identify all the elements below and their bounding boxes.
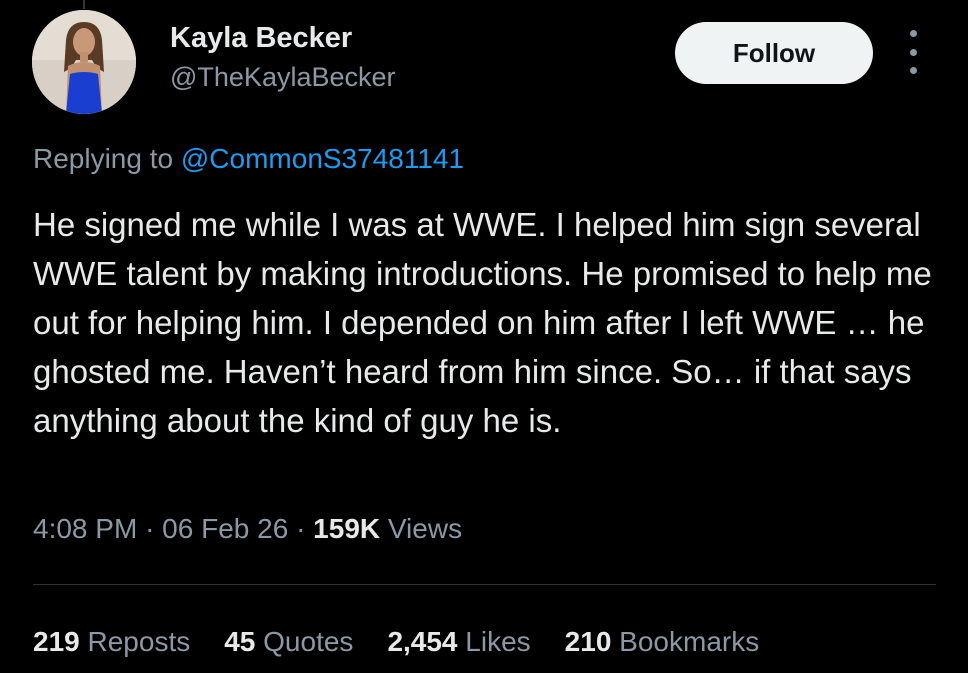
author-display-name[interactable]: Kayla Becker bbox=[170, 22, 352, 55]
dot bbox=[909, 30, 917, 37]
quotes-count: 45 bbox=[224, 626, 256, 657]
author-handle[interactable]: @TheKaylaBecker bbox=[170, 62, 396, 93]
replying-to-line: Replying to @CommonS37481141 bbox=[33, 143, 464, 175]
reposts-stat[interactable]: 219 Reposts bbox=[33, 626, 190, 658]
tweet-time[interactable]: 4:08 PM bbox=[33, 513, 137, 544]
profile-photo-icon bbox=[32, 10, 136, 114]
dot bbox=[909, 67, 917, 74]
bookmarks-label: Bookmarks bbox=[619, 626, 760, 657]
likes-stat[interactable]: 2,454 Likes bbox=[387, 626, 530, 658]
avatar[interactable] bbox=[32, 10, 136, 114]
views-count: 159K bbox=[313, 513, 381, 544]
reposts-count: 219 bbox=[33, 626, 80, 657]
views-label: Views bbox=[387, 513, 463, 544]
divider bbox=[33, 584, 936, 585]
tweet-date[interactable]: 06 Feb 26 bbox=[162, 513, 288, 544]
likes-label: Likes bbox=[465, 626, 531, 657]
quotes-stat[interactable]: 45 Quotes bbox=[224, 626, 353, 658]
quotes-label: Quotes bbox=[263, 626, 354, 657]
reply-mention-link[interactable]: @CommonS37481141 bbox=[181, 143, 464, 174]
thread-connector-line bbox=[83, 0, 85, 9]
bookmarks-count: 210 bbox=[564, 626, 612, 657]
meta-separator: · bbox=[145, 513, 155, 544]
likes-count: 2,454 bbox=[387, 626, 458, 657]
bookmarks-stat[interactable]: 210 Bookmarks bbox=[565, 626, 760, 658]
tweet-text: He signed me while I was at WWE. I helpe… bbox=[33, 206, 932, 439]
more-options-icon[interactable] bbox=[898, 30, 928, 74]
meta-separator: · bbox=[296, 513, 306, 544]
follow-button[interactable]: Follow bbox=[675, 22, 873, 84]
dot bbox=[909, 48, 917, 56]
engagement-stats: 219 Reposts 45 Quotes 2,454 Likes 210 Bo… bbox=[33, 626, 793, 658]
replying-to-label: Replying to bbox=[33, 143, 181, 174]
tweet-meta: 4:08 PM · 06 Feb 26 · 159K Views bbox=[33, 513, 462, 545]
reposts-label: Reposts bbox=[87, 626, 191, 657]
